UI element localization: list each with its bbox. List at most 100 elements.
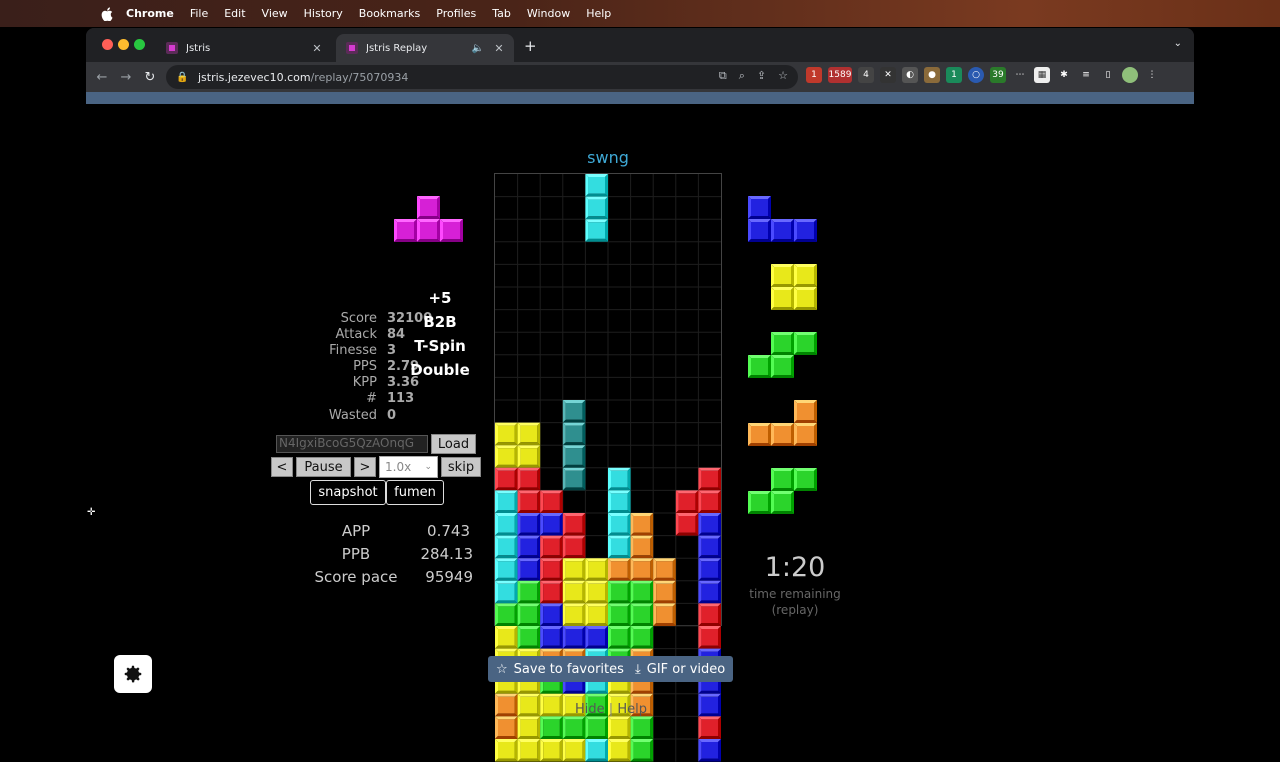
queue-piece-shape xyxy=(748,468,817,514)
menu-history[interactable]: History xyxy=(304,7,343,20)
board-cell xyxy=(517,535,541,559)
mail-extension-icon[interactable]: 1589 xyxy=(828,67,852,83)
help-link[interactable]: Help xyxy=(617,702,647,717)
board-cell xyxy=(608,513,631,536)
step-forward-button[interactable]: > xyxy=(354,457,376,477)
board-cell xyxy=(562,535,586,559)
new-tab-button[interactable]: + xyxy=(524,37,537,55)
menu-app-name[interactable]: Chrome xyxy=(126,7,174,20)
address-bar[interactable]: 🔒 jstris.jezevec10.com/replay/75070934 ⧉… xyxy=(166,65,798,89)
kebab-menu-icon[interactable]: ⋮ xyxy=(1144,67,1160,83)
piece-cell xyxy=(794,287,817,310)
footer-links: Hide | Help xyxy=(575,702,647,717)
zoom-window-button[interactable] xyxy=(134,39,145,50)
speaker-icon[interactable]: 🔈 xyxy=(472,43,484,54)
tab-jstris-replay[interactable]: Jstris Replay 🔈 ✕ xyxy=(336,34,514,62)
close-window-button[interactable] xyxy=(102,39,113,50)
apple-icon[interactable] xyxy=(100,6,114,21)
puzzle-extensions-icon[interactable]: ✱ xyxy=(1056,67,1072,83)
board-cell xyxy=(517,490,541,513)
save-to-favorites-button[interactable]: ☆ Save to favorites xyxy=(488,656,632,682)
speed-value: 1.0x xyxy=(385,460,412,474)
hide-link[interactable]: Hide xyxy=(575,702,605,717)
profile-avatar[interactable] xyxy=(1122,67,1138,83)
piece-cell xyxy=(771,287,794,310)
board-cell xyxy=(585,196,608,220)
board-cell xyxy=(517,445,541,468)
extension-icon[interactable]: 1 xyxy=(946,67,962,83)
spin-type: T-Spin xyxy=(414,337,466,355)
snapshot-button[interactable]: snapshot xyxy=(310,480,386,505)
forward-button[interactable]: → xyxy=(114,70,138,85)
menu-window[interactable]: Window xyxy=(527,7,570,20)
extension-icon[interactable]: 39 xyxy=(990,67,1006,83)
piece-cell xyxy=(417,219,440,242)
menu-help[interactable]: Help xyxy=(586,7,611,20)
reload-button[interactable]: ↻ xyxy=(138,70,162,85)
menu-file[interactable]: File xyxy=(190,7,208,20)
ublock-extension-icon[interactable]: 1 xyxy=(806,67,822,83)
board-cell xyxy=(653,603,676,626)
board-cell xyxy=(698,467,721,491)
back-button[interactable]: ← xyxy=(90,70,114,85)
piece-cell xyxy=(794,219,817,242)
chevron-down-icon[interactable]: ⌄ xyxy=(1174,38,1182,49)
replay-code-input[interactable]: N4IgxiBcoG5QzAOnqG xyxy=(276,435,428,453)
settings-gear-button[interactable] xyxy=(114,655,152,693)
extension-icon[interactable]: ○ xyxy=(968,67,984,83)
stat-attack-label: Attack xyxy=(335,327,377,342)
menu-tab[interactable]: Tab xyxy=(492,7,511,20)
extension-icon[interactable]: ◐ xyxy=(902,67,918,83)
stat-kpp-label: KPP xyxy=(352,375,377,390)
menu-profiles[interactable]: Profiles xyxy=(436,7,476,20)
board-cell xyxy=(698,580,721,604)
fumen-button[interactable]: fumen xyxy=(386,480,444,505)
piece-cell xyxy=(794,264,817,287)
board-cell xyxy=(495,535,518,559)
cookie-extension-icon[interactable]: ● xyxy=(924,67,940,83)
board-cell xyxy=(630,603,654,626)
menu-edit[interactable]: Edit xyxy=(224,7,245,20)
tab-jstris[interactable]: Jstris ✕ xyxy=(156,34,332,62)
board-cell xyxy=(562,422,586,446)
piece-cell xyxy=(748,355,771,378)
reading-list-icon[interactable]: ≡ xyxy=(1078,67,1094,83)
board-cell xyxy=(517,467,541,491)
minimize-window-button[interactable] xyxy=(118,39,129,50)
load-button[interactable]: Load xyxy=(431,434,476,454)
zoom-icon[interactable]: ⌕ xyxy=(739,69,745,83)
share-icon[interactable]: ⇪ xyxy=(757,69,766,83)
extension-icon[interactable]: 4 xyxy=(858,67,874,83)
bookmark-star-icon[interactable]: ☆ xyxy=(778,69,788,83)
extension-icon[interactable]: ✕ xyxy=(880,67,896,83)
board-cell xyxy=(517,580,541,604)
menu-bookmarks[interactable]: Bookmarks xyxy=(359,7,420,20)
board-cell xyxy=(517,558,541,581)
board-cell xyxy=(495,490,518,513)
speed-select[interactable]: 1.0x ⌄ xyxy=(379,456,438,478)
pause-button[interactable]: Pause xyxy=(296,457,351,477)
piece-cell xyxy=(417,196,440,219)
board-cell xyxy=(585,219,608,242)
hold-piece xyxy=(394,196,463,246)
queue-piece-shape xyxy=(748,332,817,378)
piece-cell xyxy=(794,332,817,355)
more-extension-icon[interactable]: ⋯ xyxy=(1012,67,1028,83)
board-cell xyxy=(608,558,631,581)
piece-cell xyxy=(394,219,417,242)
gif-or-video-button[interactable]: ⤓ GIF or video xyxy=(627,656,734,682)
side-panel-icon[interactable]: ▯ xyxy=(1100,67,1116,83)
board-cell xyxy=(540,626,563,649)
step-back-button[interactable]: < xyxy=(271,457,293,477)
stat-score-label: Score xyxy=(340,311,377,326)
extension-icon[interactable]: ▦ xyxy=(1034,67,1050,83)
skip-button[interactable]: skip xyxy=(441,457,481,477)
close-tab-icon[interactable]: ✕ xyxy=(310,42,324,55)
queue-piece xyxy=(748,196,817,246)
board-cell xyxy=(698,490,721,513)
menu-view[interactable]: View xyxy=(262,7,288,20)
open-in-app-icon[interactable]: ⧉ xyxy=(719,69,727,83)
board-cell xyxy=(562,400,586,423)
close-tab-icon[interactable]: ✕ xyxy=(492,42,506,55)
board-cell xyxy=(540,739,563,762)
